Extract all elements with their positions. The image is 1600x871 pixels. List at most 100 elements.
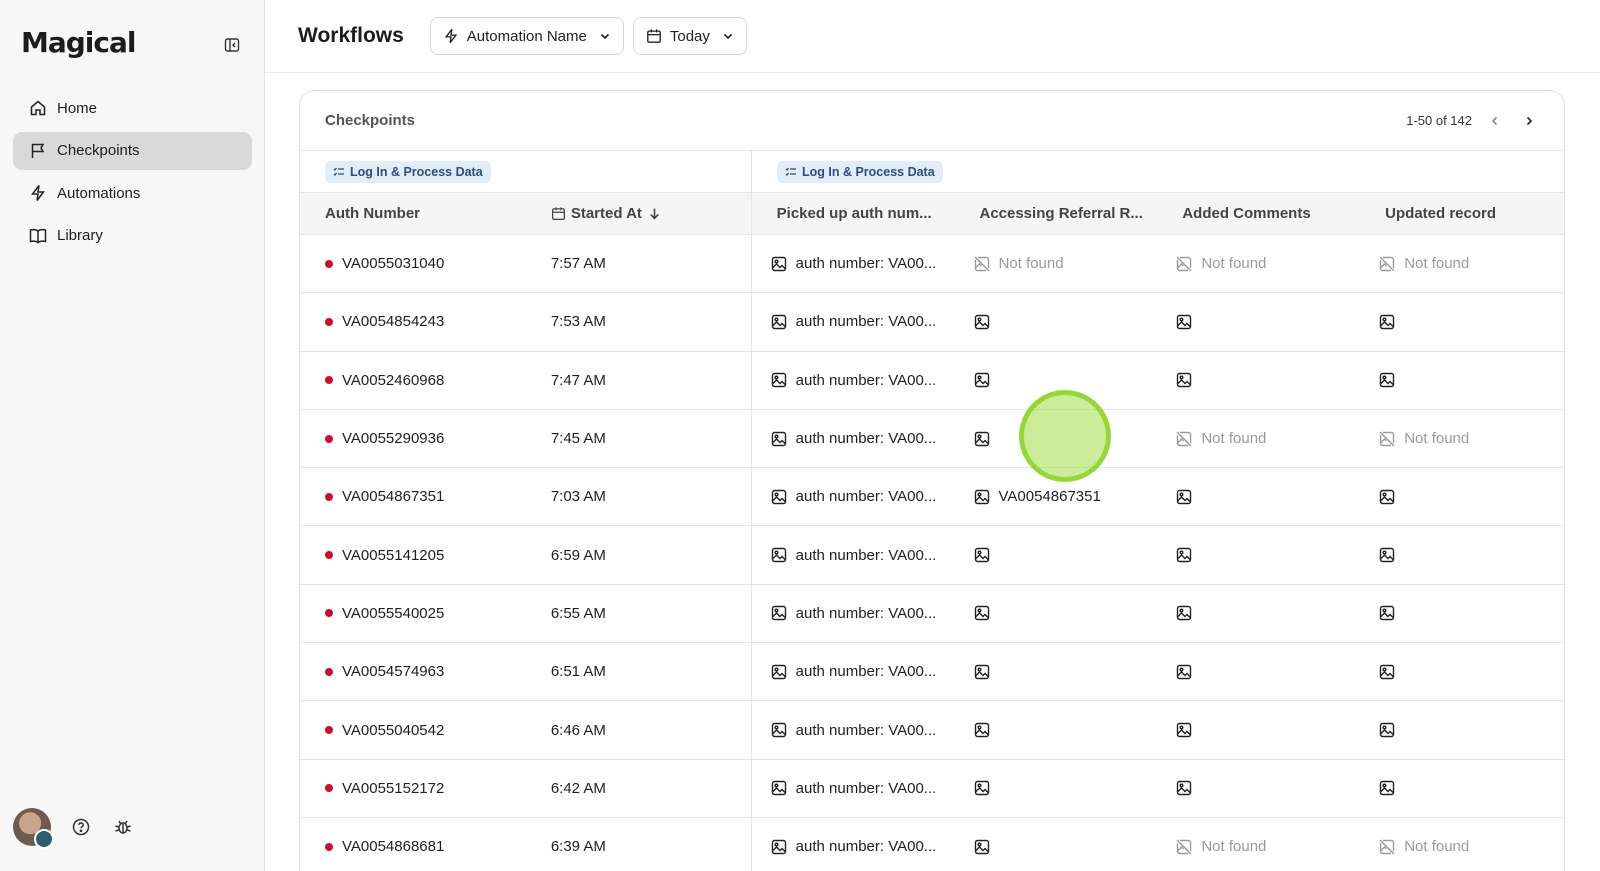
checkpoint-screenshot[interactable] [974,664,999,680]
table-row[interactable]: VA0055031040 7:57 AM auth number: VA00... N… [300,235,1564,294]
checkpoint-screenshot[interactable] [974,722,999,738]
checkpoint-screenshot[interactable] [1379,605,1404,621]
checkpoint-screenshot[interactable] [1379,547,1404,563]
table-row[interactable]: VA0052460968 7:47 AM auth number: VA00... [300,351,1564,410]
started-at-text: 7:45 AM [550,430,606,448]
checkpoint-screenshot[interactable]: Not found [1379,430,1469,447]
checkpoint-screenshot[interactable] [1379,780,1404,796]
checkpoint-screenshot[interactable]: Not found [1176,430,1266,447]
checkpoint-screenshot[interactable] [974,314,999,330]
checkpoint-screenshot[interactable] [974,780,999,796]
checkpoint-screenshot[interactable]: Not found [1379,255,1469,272]
table-row[interactable]: VA0055152172 6:42 AM auth number: VA00... [300,759,1564,818]
sidebar-item-checkpoints[interactable]: Checkpoints [13,131,252,170]
column-header-accessing-referral[interactable]: Accessing Referral R... [954,193,1157,234]
cell-checkpoint [1360,468,1564,525]
sidebar-item-library[interactable]: Library [13,217,252,255]
checkpoint-screenshot[interactable] [1379,314,1404,330]
table-row[interactable]: VA0054867351 7:03 AM auth number: VA00... V… [300,468,1564,527]
cell-checkpoint [955,585,1158,642]
bug-icon[interactable] [111,815,135,839]
checkpoint-screenshot[interactable] [1176,489,1201,505]
cell-checkpoint [955,352,1158,409]
checkpoint-screenshot[interactable] [974,605,999,621]
checkpoint-screenshot[interactable] [974,372,999,388]
checkpoint-screenshot[interactable] [1176,780,1201,796]
home-icon [30,100,46,116]
checkpoint-screenshot[interactable] [974,547,999,563]
checkpoint-screenshot[interactable]: Not found [974,255,1064,272]
table-row[interactable]: VA0055040542 6:46 AM auth number: VA00... [300,701,1564,760]
auth-number: VA0055031040 [325,255,444,272]
checkpoint-screenshot[interactable] [1379,372,1404,388]
cell-checkpoint [955,643,1158,700]
checkpoint-screenshot[interactable]: auth number: VA00... [771,663,936,680]
status-dot [325,259,333,268]
column-header-updated-record[interactable]: Updated record [1360,193,1564,234]
cell-checkpoint: auth number: VA00... [752,235,955,292]
column-header-started-at[interactable]: Started At [526,193,752,234]
checkpoint-screenshot[interactable]: auth number: VA00... [771,255,936,272]
checkpoint-screenshot[interactable]: Not found [1176,255,1266,272]
checkpoint-screenshot[interactable]: auth number: VA00... [771,780,936,797]
column-header-auth-number[interactable]: Auth Number [300,193,526,234]
cell-auth-number: VA0055290936 [300,410,526,467]
checklist-icon [333,167,344,176]
checkpoint-screenshot[interactable]: Not found [1176,838,1266,855]
sidebar-item-home[interactable]: Home [13,89,252,127]
sidebar-item-label: Automations [57,184,141,202]
checkpoint-screenshot[interactable]: auth number: VA00... [771,488,936,505]
checkpoint-screenshot[interactable]: auth number: VA00... [771,547,936,564]
table-row[interactable]: VA0055290936 7:45 AM auth number: VA00... N… [300,409,1564,469]
checkpoint-screenshot[interactable]: auth number: VA00... [771,838,936,855]
started-at-text: 6:51 AM [550,663,606,681]
checkpoint-value: Not found [1201,838,1267,856]
collapse-sidebar-icon[interactable] [222,35,242,55]
flag-icon [31,143,45,158]
checkpoint-screenshot[interactable]: auth number: VA00... [771,313,936,330]
column-header-picked-up[interactable]: Picked up auth num... [752,193,955,234]
checkpoint-value: auth number: VA00... [795,371,937,389]
checkpoint-screenshot[interactable] [1176,372,1201,388]
column-header-added-comments[interactable]: Added Comments [1157,193,1360,234]
column-header-label: Updated record [1385,205,1497,222]
sidebar-item-label: Home [57,99,98,117]
auth-number-text: VA0054854243 [342,313,445,331]
checkpoint-screenshot[interactable]: Not found [1379,838,1469,855]
next-page-icon[interactable] [1518,110,1540,132]
column-group-row: Log In & Process Data Log In & Process D… [300,151,1564,193]
workflow-tag[interactable]: Log In & Process Data [325,160,491,183]
checkpoint-screenshot[interactable] [1176,547,1201,563]
checkpoint-screenshot[interactable] [1176,664,1201,680]
image-icon [771,606,786,621]
automation-name-filter[interactable]: Automation Name [429,17,624,55]
checkpoint-screenshot[interactable] [1176,314,1201,330]
checkpoint-screenshot[interactable]: auth number: VA00... [771,605,936,622]
checkpoint-screenshot[interactable] [1176,605,1201,621]
chevron-down-icon [600,33,609,40]
checkpoint-screenshot[interactable]: auth number: VA00... [771,371,937,389]
table-row[interactable]: VA0054574963 6:51 AM auth number: VA00... [300,643,1564,702]
checkpoint-screenshot[interactable] [974,839,999,855]
checkpoint-screenshot[interactable]: VA0054867351 [974,488,1101,505]
table-row[interactable]: VA0055540025 6:55 AM auth number: VA00... [300,584,1564,644]
avatar[interactable] [13,808,54,849]
checkpoint-value: Not found [1201,255,1267,273]
checkpoint-screenshot[interactable] [1379,664,1404,680]
table-row[interactable]: VA0055141205 6:59 AM auth number: VA00... [300,526,1564,585]
checkpoint-screenshot[interactable] [1379,722,1404,738]
table-row[interactable]: VA0054868681 6:39 AM auth number: VA00... N… [300,817,1564,871]
checkpoint-screenshot[interactable] [1379,489,1404,505]
started-at-text: 7:47 AM [550,371,606,389]
help-icon[interactable] [69,815,93,839]
workflow-tag[interactable]: Log In & Process Data [777,160,943,183]
checkpoint-screenshot[interactable]: auth number: VA00... [771,430,936,447]
checkpoint-screenshot[interactable]: auth number: VA00... [771,722,936,739]
image-off-icon [1176,839,1192,855]
date-filter[interactable]: Today [632,17,747,55]
prev-page-icon[interactable] [1484,110,1506,132]
table-row[interactable]: VA0054854243 7:53 AM auth number: VA00... [300,293,1564,352]
checkpoint-screenshot[interactable] [974,431,999,447]
sidebar-item-automations[interactable]: Automations [13,174,252,212]
checkpoint-screenshot[interactable] [1176,722,1201,738]
